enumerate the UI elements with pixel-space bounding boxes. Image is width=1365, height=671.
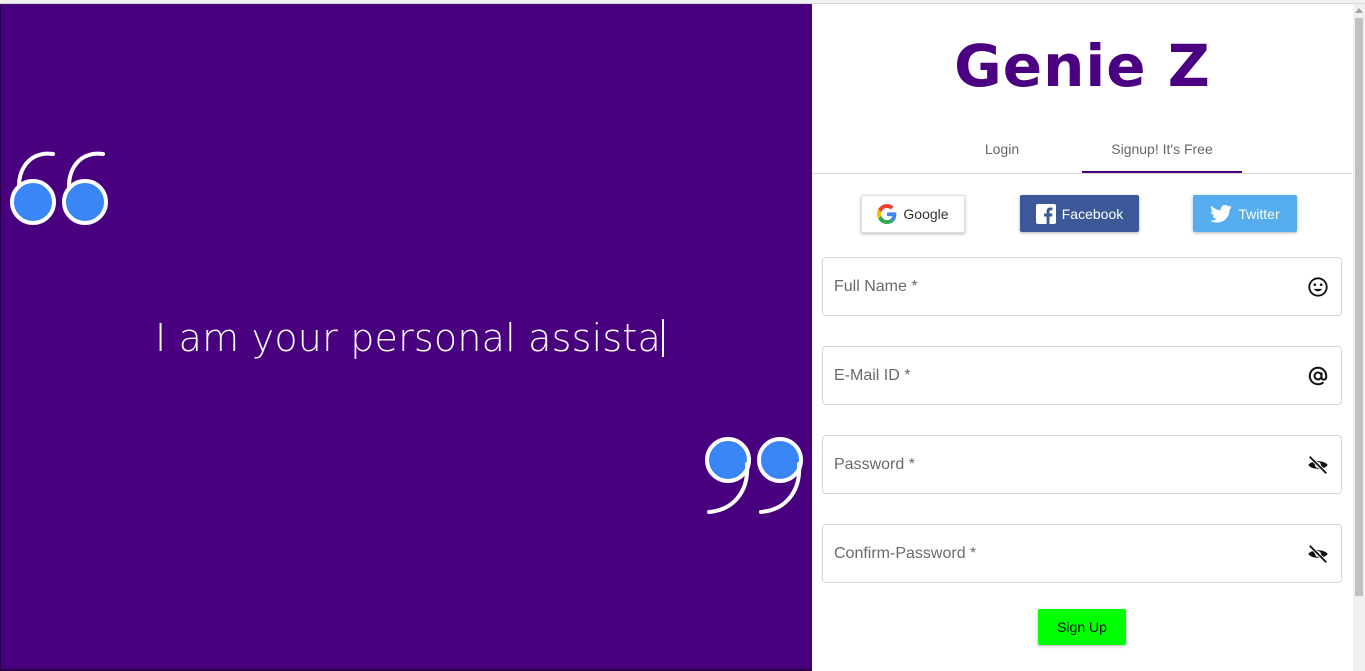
tab-signup[interactable]: Signup! It's Free	[1082, 129, 1242, 174]
google-icon	[877, 204, 897, 224]
facebook-signin-button[interactable]: Facebook	[1020, 195, 1139, 232]
typing-caret	[662, 319, 664, 357]
password-field	[822, 435, 1342, 494]
tab-login[interactable]: Login	[922, 129, 1082, 174]
twitter-button-label: Twitter	[1238, 205, 1280, 222]
google-signin-button[interactable]: Google	[861, 195, 965, 233]
eye-off-icon[interactable]	[1307, 454, 1329, 476]
full-name-field	[822, 257, 1342, 316]
auth-panel: Genie Z Login Signup! It's Free Google F…	[812, 4, 1353, 671]
typed-hero-text: I am your personal assista	[155, 316, 664, 360]
sign-up-button[interactable]: Sign Up	[1038, 609, 1126, 645]
google-button-label: Google	[903, 206, 949, 222]
email-input[interactable]	[823, 347, 1341, 404]
vertical-scrollbar[interactable]	[1353, 4, 1365, 671]
at-sign-icon	[1308, 366, 1328, 386]
active-tab-indicator	[1082, 171, 1242, 173]
confirm-password-field	[822, 524, 1342, 583]
full-name-input[interactable]	[823, 258, 1341, 315]
facebook-icon	[1035, 203, 1056, 224]
facebook-button-label: Facebook	[1061, 205, 1124, 222]
smiley-icon	[1308, 277, 1328, 297]
email-field	[822, 346, 1342, 405]
quote-open-icon	[10, 151, 108, 225]
hero-typed-text: I am your personal assista	[155, 316, 661, 360]
twitter-signin-button[interactable]: Twitter	[1193, 195, 1297, 232]
twitter-icon	[1210, 204, 1233, 223]
password-input[interactable]	[823, 436, 1341, 493]
scroll-up-arrow-icon[interactable]	[1355, 8, 1363, 13]
eye-off-icon[interactable]	[1307, 543, 1329, 565]
hero-panel: I am your personal assista	[0, 4, 812, 671]
auth-tabs: Login Signup! It's Free	[812, 129, 1353, 174]
brand-logo-text: Genie Z	[954, 32, 1211, 100]
scrollbar-thumb[interactable]	[1355, 18, 1363, 596]
confirm-password-input[interactable]	[823, 525, 1341, 582]
quote-close-icon	[705, 437, 803, 514]
